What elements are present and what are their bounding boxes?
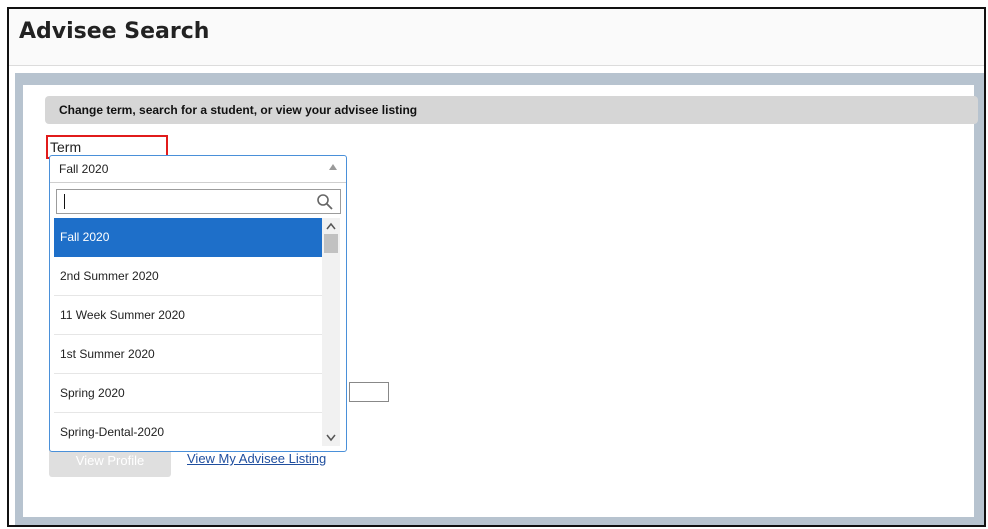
title-bar: Advisee Search bbox=[9, 9, 984, 66]
term-option[interactable]: Spring-Dental-2020 bbox=[54, 413, 322, 446]
section-header: Change term, search for a student, or vi… bbox=[45, 96, 978, 124]
term-dropdown[interactable]: Fall 2020 Fall 2020 2nd Summer 2020 11 W… bbox=[49, 155, 347, 452]
term-option[interactable]: 11 Week Summer 2020 bbox=[54, 296, 322, 335]
scroll-thumb[interactable] bbox=[324, 234, 338, 253]
scroll-down-icon[interactable] bbox=[326, 434, 336, 442]
window-frame: Advisee Search Change term, search for a… bbox=[7, 7, 986, 527]
search-panel: Change term, search for a student, or vi… bbox=[15, 73, 984, 525]
options-scrollbar[interactable] bbox=[322, 218, 340, 446]
view-advisee-listing-link[interactable]: View My Advisee Listing bbox=[187, 451, 326, 466]
term-option[interactable]: 2nd Summer 2020 bbox=[54, 257, 322, 296]
term-search-input[interactable] bbox=[56, 189, 341, 214]
text-caret bbox=[64, 194, 65, 209]
term-options-list: Fall 2020 2nd Summer 2020 11 Week Summer… bbox=[54, 218, 322, 446]
panel-content: Change term, search for a student, or vi… bbox=[23, 85, 978, 517]
chevron-up-icon[interactable] bbox=[329, 164, 337, 170]
term-option[interactable]: 1st Summer 2020 bbox=[54, 335, 322, 374]
term-select-display[interactable]: Fall 2020 bbox=[50, 156, 346, 183]
search-icon bbox=[317, 194, 333, 210]
scroll-up-icon[interactable] bbox=[326, 222, 336, 230]
term-selected-value: Fall 2020 bbox=[59, 162, 109, 176]
page-title: Advisee Search bbox=[19, 19, 210, 44]
student-search-input[interactable] bbox=[349, 382, 389, 402]
term-option[interactable]: Fall 2020 bbox=[54, 218, 322, 257]
term-option[interactable]: Spring 2020 bbox=[54, 374, 322, 413]
